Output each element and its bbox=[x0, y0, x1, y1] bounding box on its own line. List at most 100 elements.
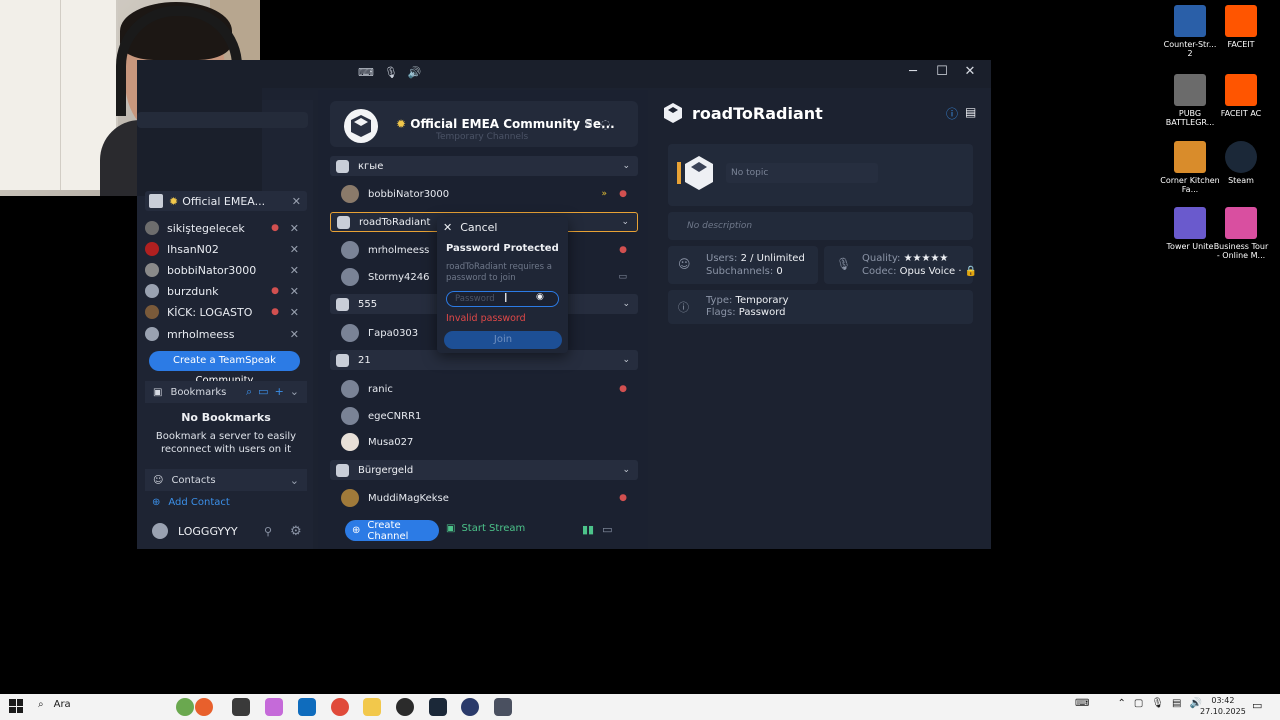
chevron-up-icon[interactable]: ⌃ bbox=[1117, 698, 1125, 709]
channel-user[interactable]: bobbiNator3000 » ● bbox=[341, 184, 637, 204]
sidebar-user[interactable]: bobbiNator3000 ✕ bbox=[145, 260, 305, 280]
windows-start-icon[interactable] bbox=[9, 699, 23, 713]
steam-icon[interactable] bbox=[429, 698, 447, 716]
chevron-down-icon[interactable]: ⌄ bbox=[622, 161, 630, 171]
close-icon[interactable]: ✕ bbox=[290, 243, 299, 256]
search-icon[interactable]: ⌕ bbox=[246, 385, 252, 399]
channel-user[interactable]: Musa027 bbox=[341, 432, 637, 452]
muted-icon: ● bbox=[619, 245, 627, 255]
minimize-button[interactable]: ─ bbox=[899, 64, 927, 79]
maximize-button[interactable]: ☐ bbox=[928, 64, 956, 79]
tray-icon[interactable]: ▢ bbox=[1134, 698, 1143, 709]
eye-slash-icon[interactable]: ◉ bbox=[536, 292, 544, 302]
chevron-down-icon[interactable]: ⌄ bbox=[622, 355, 630, 365]
taskbar-app-icon[interactable] bbox=[176, 698, 194, 716]
text-cursor-icon: I bbox=[504, 291, 508, 305]
obs-icon[interactable] bbox=[396, 698, 414, 716]
close-button[interactable]: ✕ bbox=[956, 64, 984, 79]
taskbar-search[interactable]: ⌕ Ara bbox=[38, 699, 71, 710]
description-text: No description bbox=[687, 221, 753, 231]
teamspeak-icon[interactable] bbox=[461, 698, 479, 716]
speaker-icon[interactable]: 🔊 bbox=[408, 66, 422, 79]
chat-icon[interactable]: ◌ bbox=[600, 117, 610, 131]
location-icon[interactable]: ⚲ bbox=[264, 525, 272, 538]
taskbar-app-icon[interactable] bbox=[195, 698, 213, 716]
topic-field: No topic bbox=[726, 163, 878, 183]
clock[interactable]: 03:42 27.10.2025 bbox=[1200, 695, 1246, 717]
outlook-icon[interactable] bbox=[298, 698, 316, 716]
file-explorer-icon[interactable] bbox=[363, 698, 381, 716]
cancel-button[interactable]: ✕ Cancel bbox=[443, 221, 497, 234]
chevron-down-icon[interactable]: ⌄ bbox=[622, 465, 630, 475]
lock-icon: · 🔒 bbox=[958, 266, 978, 277]
create-channel-button[interactable]: ⊕ Create Channel bbox=[345, 520, 439, 542]
faceit-icon bbox=[1225, 5, 1257, 37]
join-button[interactable]: Join bbox=[444, 331, 562, 349]
microphone-icon[interactable]: 🎙 bbox=[384, 66, 398, 79]
close-icon[interactable]: ✕ bbox=[290, 328, 299, 341]
server-name[interactable]: ✹ Official EMEA Community Se... bbox=[396, 117, 615, 131]
channel-title: roadToRadiant bbox=[692, 104, 823, 123]
close-icon[interactable]: ✕ bbox=[290, 306, 299, 319]
close-icon[interactable]: ✕ bbox=[290, 264, 299, 277]
add-icon[interactable]: + bbox=[275, 385, 284, 399]
channel-row[interactable]: кгые ⌄ bbox=[330, 156, 638, 176]
start-stream-button[interactable]: ▣ Start Stream bbox=[446, 523, 525, 534]
add-circle-icon: ⊕ bbox=[352, 525, 361, 536]
close-icon[interactable]: ✕ bbox=[290, 222, 299, 235]
task-view-icon[interactable] bbox=[232, 698, 250, 716]
copilot-icon[interactable] bbox=[265, 698, 283, 716]
muted-icon: ● bbox=[271, 307, 279, 317]
gear-icon[interactable]: ⚙ bbox=[290, 524, 302, 539]
hotkey-icon[interactable]: ⌨ bbox=[358, 66, 374, 79]
channel-row[interactable]: Bürgergeld ⌄ bbox=[330, 460, 638, 480]
close-icon[interactable]: ✕ bbox=[290, 285, 299, 298]
avatar bbox=[152, 523, 168, 539]
channel-large-icon bbox=[677, 156, 713, 190]
channel-user[interactable]: ranic ● bbox=[341, 379, 637, 399]
contacts-header[interactable]: ☺ Contacts ⌄ bbox=[145, 469, 307, 491]
avatar bbox=[145, 221, 159, 235]
chrome-icon[interactable] bbox=[331, 698, 349, 716]
keyboard-icon[interactable]: ⌨ bbox=[1075, 698, 1089, 709]
counter-strike-icon bbox=[1174, 5, 1206, 37]
folder-icon[interactable]: ▤ bbox=[965, 105, 976, 122]
sidebar-user[interactable]: sikiştegelecek ● ✕ bbox=[145, 218, 305, 238]
chevron-down-icon[interactable]: ⌄ bbox=[622, 299, 630, 309]
channel-user[interactable]: egeCNRR1 bbox=[341, 406, 637, 426]
create-community-button[interactable]: Create a TeamSpeak Community bbox=[149, 351, 300, 386]
desktop-icon-business-tour[interactable]: Business Tour - Online M... bbox=[1211, 207, 1271, 260]
chevron-down-icon[interactable]: ⌄ bbox=[290, 385, 299, 399]
info-icon[interactable]: ⓘ bbox=[946, 105, 958, 122]
channel-user[interactable]: MuddiMagKekse ● bbox=[341, 488, 637, 508]
desktop-icon-steam[interactable]: Steam bbox=[1211, 141, 1271, 185]
folder-icon[interactable]: ▭ bbox=[258, 385, 268, 399]
desktop-icon-faceit-ac[interactable]: FACEIT AC bbox=[1211, 74, 1271, 118]
microphone-icon[interactable]: 🎙 bbox=[1151, 698, 1164, 709]
chevron-down-icon[interactable]: ⌄ bbox=[290, 474, 299, 487]
network-icon[interactable]: ▤ bbox=[1172, 698, 1181, 709]
microphone-icon: 🎙 bbox=[836, 257, 852, 271]
notification-icon[interactable]: ▭ bbox=[1252, 699, 1262, 712]
faceit-ac-icon bbox=[1225, 74, 1257, 106]
dialog-title: Password Protected bbox=[446, 243, 559, 254]
sidebar-server-tab[interactable]: ✹ Official EMEA... ✕ bbox=[145, 191, 307, 211]
desktop-icon-faceit[interactable]: FACEIT bbox=[1211, 5, 1271, 49]
close-tab-icon[interactable]: ✕ bbox=[292, 195, 301, 208]
sidebar-user[interactable]: IhsanN02 ✕ bbox=[145, 239, 305, 259]
chevron-down-icon[interactable]: ⌄ bbox=[621, 217, 629, 227]
sidebar-user[interactable]: mrholmeess ✕ bbox=[145, 324, 305, 344]
bookmarks-header[interactable]: ▣ Bookmarks ⌕ ▭ + ⌄ bbox=[145, 381, 307, 403]
sidebar-user[interactable]: KİCK: LOGASTO ● ✕ bbox=[145, 302, 305, 322]
current-user[interactable]: LOGGGYYY ⚲ ⚙ bbox=[152, 521, 307, 541]
add-contact-button[interactable]: ⊕ Add Contact bbox=[152, 497, 230, 508]
avatar bbox=[145, 305, 159, 319]
avatar bbox=[341, 324, 359, 342]
app-icon[interactable] bbox=[494, 698, 512, 716]
voice-activity-icon[interactable]: ▮▮ bbox=[582, 523, 594, 536]
channel-row[interactable]: 21 ⌄ bbox=[330, 350, 638, 370]
screen-icon[interactable]: ▭ bbox=[602, 523, 612, 536]
corner-kitchen-icon bbox=[1174, 141, 1206, 173]
bookmark-icon[interactable]: ⌑ bbox=[586, 117, 592, 131]
sidebar-user[interactable]: burzdunk ● ✕ bbox=[145, 281, 305, 301]
